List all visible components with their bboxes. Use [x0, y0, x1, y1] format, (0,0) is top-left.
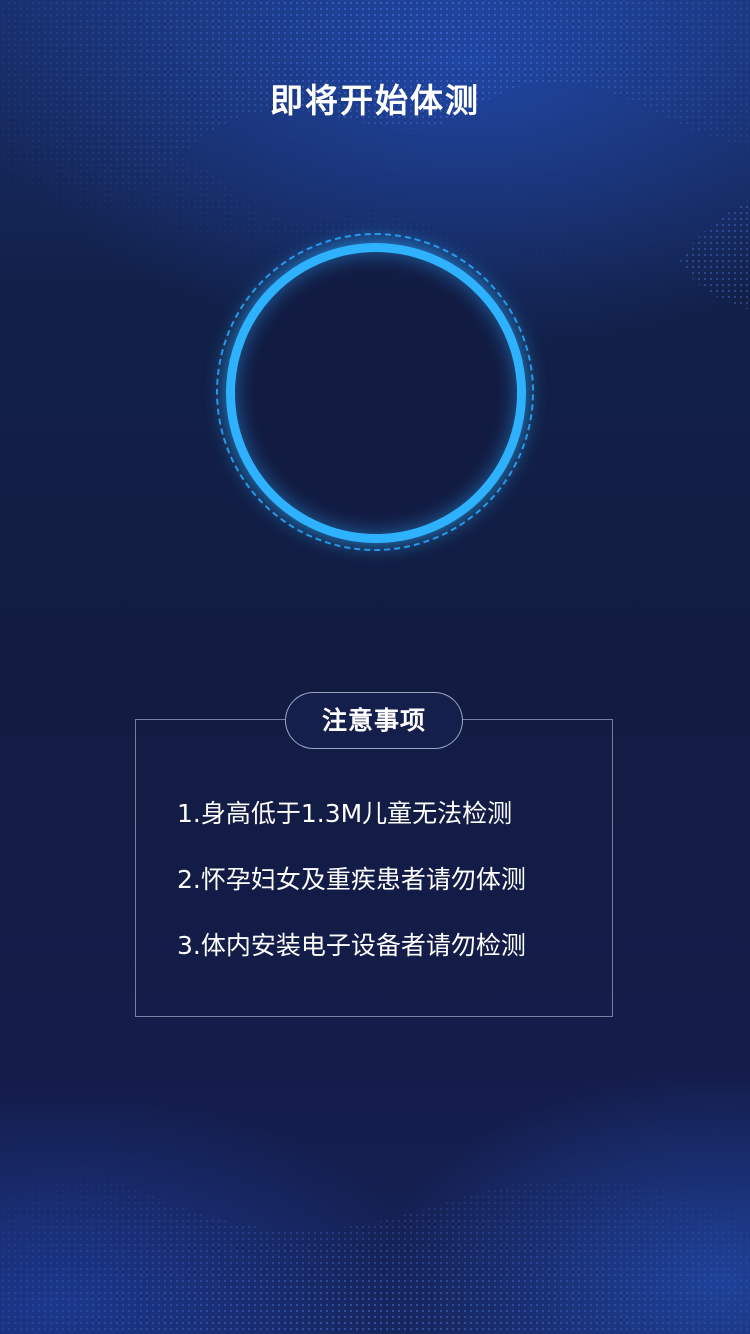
notice-item: 3.体内安装电子设备者请勿检测: [177, 931, 526, 960]
notice-list: 1.身高低于1.3M儿童无法检测 2.怀孕妇女及重疾患者请勿体测 3.体内安装电…: [177, 797, 526, 995]
particle-wave-background: [0, 0, 750, 1334]
scan-ring-main: [226, 243, 526, 543]
notice-item: 2.怀孕妇女及重疾患者请勿体测: [177, 865, 526, 894]
notice-heading: 注意事项: [285, 692, 463, 749]
scan-ring: [216, 233, 534, 551]
page-title: 即将开始体测: [270, 81, 480, 120]
notice-item: 1.身高低于1.3M儿童无法检测: [177, 799, 513, 828]
